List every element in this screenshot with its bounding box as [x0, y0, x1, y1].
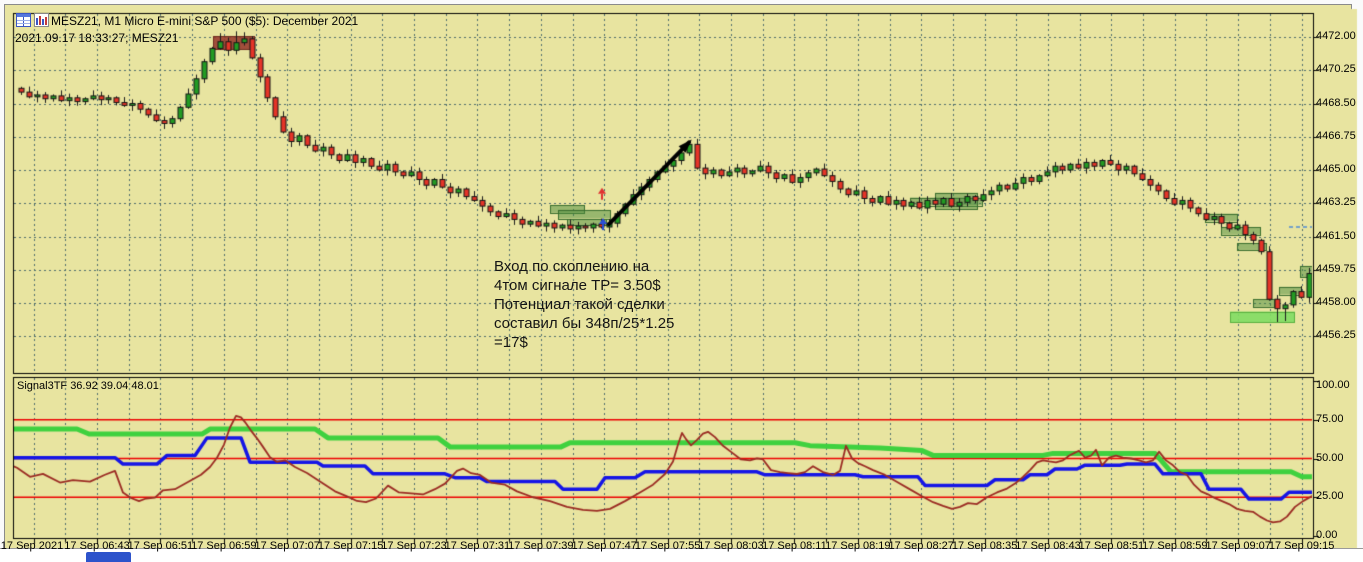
- time-axis-label: 17 Sep 07:23: [381, 540, 447, 552]
- indicator-axis-label: 75.00: [1316, 412, 1344, 425]
- bar-chart-icon[interactable]: [34, 13, 49, 32]
- indicator-axis-label: 25.00: [1316, 490, 1344, 503]
- chart-canvas[interactable]: [5, 5, 1363, 562]
- price-axis-label: 4472.00: [1316, 30, 1356, 42]
- time-axis-label: 17 Sep 06:59: [191, 540, 257, 552]
- time-axis-label: 17 Sep 07:47: [571, 540, 637, 552]
- price-axis-label: 4461.50: [1316, 229, 1356, 242]
- time-axis-label: 17 Sep 07:39: [508, 540, 574, 552]
- time-axis-label: 17 Sep 09:15: [1268, 540, 1335, 552]
- chart-info-line: 2021.09.17 18:33:27; MESZ21: [15, 31, 179, 45]
- bottom-strip-accent: [86, 552, 131, 562]
- quotes-table-icon[interactable]: [16, 13, 31, 32]
- chart-title: MESZ21, M1 Micro E-mini S&P 500 ($5): De…: [51, 14, 359, 28]
- price-axis-label: 4463.25: [1316, 196, 1356, 209]
- chart-header-icons: [16, 13, 49, 32]
- time-axis-label: 17 Sep 08:35: [951, 540, 1018, 552]
- annotation-text: Вход по скоплению на 4том сигнале TP= 3.5…: [494, 257, 674, 352]
- price-axis-label: 4458.00: [1316, 296, 1356, 308]
- time-axis-label: 17 Sep 08:43: [1015, 540, 1081, 552]
- time-axis-label: 17 Sep 07:15: [317, 540, 384, 552]
- annotation-line: 4том сигнале TP= 3.50$: [494, 277, 661, 294]
- annotation-line: Вход по скоплению на: [494, 258, 650, 275]
- indicator-label: Signal3TF 36.92 39.04 48.01: [17, 380, 159, 392]
- annotation-line: =17$: [494, 334, 528, 351]
- screen: MESZ21, M1 Micro E-mini S&P 500 ($5): De…: [0, 0, 1363, 562]
- time-axis-label: 17 Sep 08:03: [698, 540, 764, 552]
- time-axis-label: 17 Sep 07:55: [634, 540, 701, 552]
- time-axis-label: 17 Sep 08:11: [762, 540, 827, 552]
- price-axis-label: 4466.75: [1316, 129, 1356, 142]
- price-axis-label: 4456.25: [1316, 329, 1356, 342]
- time-axis-label: 17 Sep 06:51: [127, 540, 194, 552]
- time-axis-label: 17 Sep 2021: [0, 540, 64, 552]
- time-axis-label: 17 Sep 07:31: [444, 540, 511, 552]
- time-axis-label: 17 Sep 07:07: [254, 540, 320, 552]
- time-axis-label: 17 Sep 08:27: [888, 540, 954, 552]
- time-axis-label: 17 Sep 08:59: [1142, 540, 1208, 552]
- time-axis-label: 17 Sep 08:51: [1078, 540, 1145, 552]
- price-axis-label: 4468.50: [1316, 96, 1356, 109]
- chart-window: MESZ21, M1 Micro E-mini S&P 500 ($5): De…: [0, 4, 1363, 562]
- time-axis-label: 17 Sep 08:19: [825, 540, 891, 552]
- annotation-line: Потенциал такой сделки: [494, 296, 665, 313]
- time-axis-label: 17 Sep 09:07: [1205, 540, 1271, 552]
- indicator-axis-label: 100.00: [1316, 379, 1350, 391]
- time-axis-label: 17 Sep 06:43: [64, 540, 130, 552]
- indicator-axis-label: 50.00: [1316, 451, 1344, 464]
- price-axis-label: 4465.00: [1316, 163, 1356, 175]
- price-axis-label: 4459.75: [1316, 262, 1356, 275]
- price-axis-label: 4470.25: [1316, 63, 1356, 76]
- annotation-line: составил бы 348п/25*1.25: [494, 315, 675, 332]
